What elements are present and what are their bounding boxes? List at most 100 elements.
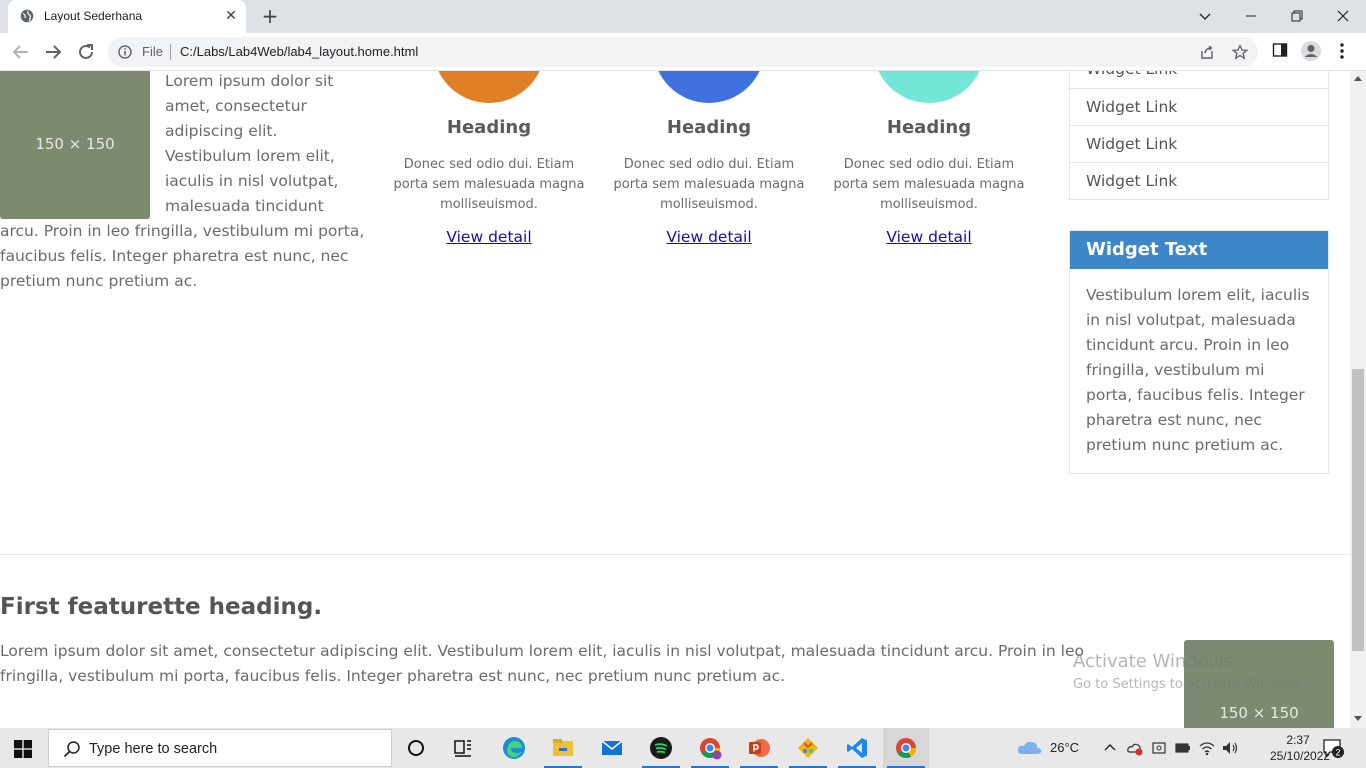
tab-strip: Layout Sederhana ✕ + — [0, 0, 1366, 33]
mail-icon — [600, 736, 624, 760]
tab-title: Layout Sederhana — [44, 9, 142, 23]
browser-toolbar: File C:/Labs/Lab4Web/lab4_layout.home.ht… — [0, 33, 1366, 71]
spotify-app[interactable] — [638, 728, 684, 768]
file-scheme-label: File — [142, 44, 163, 59]
task-view-icon — [451, 736, 475, 760]
view-detail-link[interactable]: View detail — [609, 228, 809, 246]
clock-time: 2:37 — [1270, 732, 1326, 748]
clock-date: 25/10/2022 — [1270, 748, 1326, 764]
widget-link[interactable]: Widget Link — [1070, 125, 1328, 162]
share-icon[interactable] — [1199, 44, 1215, 60]
weather-temperature[interactable]: 26°C — [1050, 740, 1079, 755]
web-page: 150 × 150 Lorem ipsum dolor sit amet, co… — [0, 71, 1350, 728]
taskbar-search-box[interactable]: Type here to search — [48, 729, 392, 767]
edge-icon — [502, 736, 526, 760]
view-detail-link[interactable]: View detail — [389, 228, 589, 246]
powerpoint-icon — [747, 736, 771, 760]
chevron-up-icon[interactable] — [1104, 742, 1116, 752]
task-view-button[interactable] — [440, 728, 486, 768]
cortana-button[interactable] — [393, 728, 439, 768]
notification-count: 2 — [1335, 748, 1340, 758]
feature-circle-image — [433, 71, 545, 103]
feature-text: Donec sed odio dui. Etiam porta sem male… — [609, 155, 809, 215]
info-icon[interactable] — [118, 45, 132, 59]
scroll-down-arrow[interactable] — [1354, 716, 1362, 721]
meet-now-icon[interactable] — [1152, 740, 1166, 756]
chrome-profile-app[interactable] — [687, 728, 733, 768]
restore-button[interactable] — [1274, 0, 1320, 33]
bookmark-star-icon[interactable] — [1232, 44, 1248, 60]
file-explorer-icon — [551, 736, 575, 760]
feature-heading: Heading — [829, 117, 1029, 138]
restore-icon — [1291, 10, 1303, 22]
browser-tab[interactable]: Layout Sederhana ✕ — [8, 0, 246, 33]
widget-link[interactable]: Widget Link — [1070, 88, 1328, 125]
scroll-thumb[interactable] — [1352, 369, 1364, 651]
weather-cloud-icon[interactable] — [1016, 738, 1044, 758]
feature-heading: Heading — [609, 117, 809, 138]
feature-heading: Heading — [389, 117, 589, 138]
intro-paragraph: Lorem ipsum dolor sit amet, consectetur … — [0, 71, 365, 294]
spotify-icon — [649, 736, 673, 760]
close-window-button[interactable] — [1320, 0, 1366, 33]
chevron-down-icon — [1199, 10, 1211, 22]
watermark-title: Activate Windows — [1073, 651, 1306, 672]
vscode-icon — [845, 736, 869, 760]
scroll-up-arrow[interactable] — [1354, 76, 1362, 81]
powerpoint-app[interactable] — [736, 728, 782, 768]
omnibox-separator — [170, 44, 171, 60]
close-icon — [1337, 10, 1349, 22]
windows-taskbar: Type here to search 26°C — [0, 728, 1366, 768]
widget-text-body: Vestibulum lorem elit, iaculis in nisl v… — [1070, 269, 1328, 472]
feature-circle-image — [873, 71, 985, 103]
minimize-button[interactable] — [1228, 0, 1274, 33]
view-detail-link[interactable]: View detail — [829, 228, 1029, 246]
system-clock[interactable]: 2:37 25/10/2022 — [1270, 732, 1326, 764]
git-app[interactable] — [785, 728, 831, 768]
widget-link-list: Widget Link Widget Link Widget Link Widg… — [1069, 71, 1329, 200]
tab-search-button[interactable] — [1182, 0, 1228, 33]
volume-icon[interactable] — [1222, 740, 1240, 756]
edge-app[interactable] — [491, 728, 537, 768]
profile-avatar-icon[interactable] — [1300, 40, 1322, 62]
page-scrollbar[interactable] — [1350, 71, 1366, 728]
wifi-icon[interactable] — [1199, 740, 1215, 756]
file-explorer-app[interactable] — [540, 728, 586, 768]
mail-app[interactable] — [589, 728, 635, 768]
cloud-sync-icon[interactable] — [1127, 740, 1143, 756]
new-tab-button[interactable]: + — [258, 5, 282, 29]
globe-icon — [20, 9, 34, 23]
watermark-subtitle: Go to Settings to activate Windows. — [1073, 677, 1306, 692]
chrome-app[interactable] — [883, 728, 929, 768]
feature-circle-image — [653, 71, 765, 103]
featurette-thumbnail-label: 150 × 150 — [1219, 704, 1298, 722]
battery-icon[interactable] — [1175, 740, 1191, 756]
chrome-profile-icon — [698, 736, 722, 760]
feature-text: Donec sed odio dui. Etiam porta sem male… — [829, 155, 1029, 215]
kebab-menu-icon[interactable] — [1338, 42, 1346, 60]
minimize-icon — [1245, 10, 1257, 22]
activate-windows-watermark: Activate Windows Go to Settings to activ… — [1073, 651, 1306, 692]
chrome-icon — [894, 736, 918, 760]
close-tab-icon[interactable]: ✕ — [222, 7, 240, 25]
featurette-text: Lorem ipsum dolor sit amet, consectetur … — [0, 639, 1110, 689]
section-divider — [0, 554, 1350, 555]
widget-text-heading: Widget Text — [1070, 231, 1328, 269]
side-panel-icon[interactable] — [1272, 42, 1288, 58]
back-arrow-icon[interactable] — [10, 41, 32, 63]
featurette-heading: First featurette heading. — [0, 594, 322, 620]
widget-link[interactable]: Widget Link — [1070, 71, 1328, 88]
notification-center-icon[interactable]: 2 — [1322, 738, 1344, 758]
widget-link[interactable]: Widget Link — [1070, 162, 1328, 199]
reload-icon[interactable] — [75, 41, 97, 63]
git-icon — [796, 736, 820, 760]
feature-text: Donec sed odio dui. Etiam porta sem male… — [389, 155, 589, 215]
windows-start-icon[interactable] — [14, 740, 32, 758]
address-bar[interactable]: File C:/Labs/Lab4Web/lab4_layout.home.ht… — [108, 37, 1258, 67]
vscode-app[interactable] — [834, 728, 880, 768]
widget-text-box: Widget Text Vestibulum lorem elit, iacul… — [1069, 230, 1329, 474]
url-text[interactable]: C:/Labs/Lab4Web/lab4_layout.home.html — [180, 44, 418, 59]
search-placeholder: Type here to search — [89, 741, 217, 757]
forward-arrow-icon[interactable] — [42, 41, 64, 63]
search-icon — [63, 740, 81, 758]
